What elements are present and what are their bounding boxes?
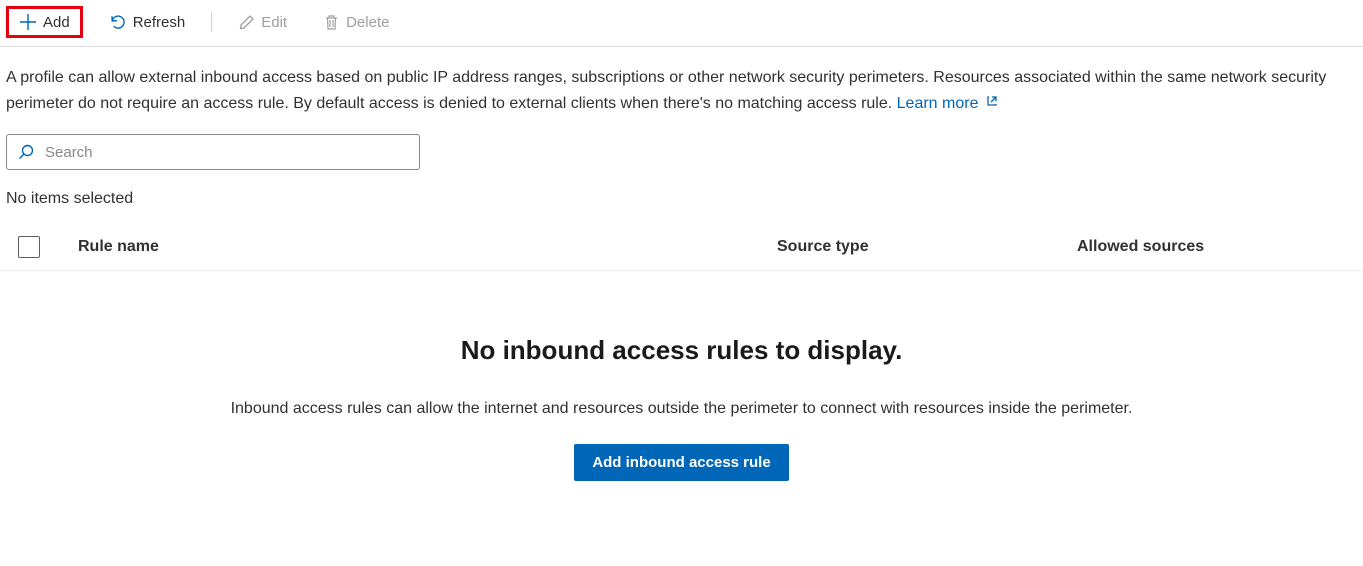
search-box[interactable] [6,134,420,170]
delete-button: Delete [313,10,399,35]
delete-button-label: Delete [346,14,389,31]
column-header-allowed-sources[interactable]: Allowed sources [1077,238,1357,256]
column-header-source-type[interactable]: Source type [777,238,1077,256]
edit-button: Edit [228,10,297,35]
external-link-icon [983,94,999,108]
plus-icon [19,13,37,31]
learn-more-label: Learn more [897,95,979,112]
pencil-icon [238,14,255,31]
search-input[interactable] [45,144,409,161]
refresh-button[interactable]: Refresh [99,9,196,35]
empty-state: No inbound access rules to display. Inbo… [0,271,1363,511]
add-button-highlight: Add [6,6,83,38]
add-button-label: Add [43,14,70,31]
toolbar-divider [211,12,212,32]
table-header-row: Rule name Source type Allowed sources [0,208,1363,271]
refresh-icon [109,13,127,31]
description-body: A profile can allow external inbound acc… [6,69,1326,112]
select-all-checkbox[interactable] [18,236,40,258]
search-icon [17,143,35,161]
toolbar: Add Refresh Edit Delete [0,0,1363,47]
empty-state-title: No inbound access rules to display. [20,335,1343,366]
edit-button-label: Edit [261,14,287,31]
add-inbound-access-rule-button[interactable]: Add inbound access rule [574,444,788,481]
selection-status: No items selected [0,170,1363,208]
description-text: A profile can allow external inbound acc… [0,47,1363,116]
column-header-rule-name[interactable]: Rule name [78,238,777,256]
trash-icon [323,14,340,31]
empty-state-subtitle: Inbound access rules can allow the inter… [20,400,1343,418]
learn-more-link[interactable]: Learn more [897,95,999,112]
select-all-cell [18,236,78,258]
refresh-button-label: Refresh [133,14,186,31]
add-button[interactable]: Add [9,9,80,35]
search-wrapper [6,134,1357,170]
